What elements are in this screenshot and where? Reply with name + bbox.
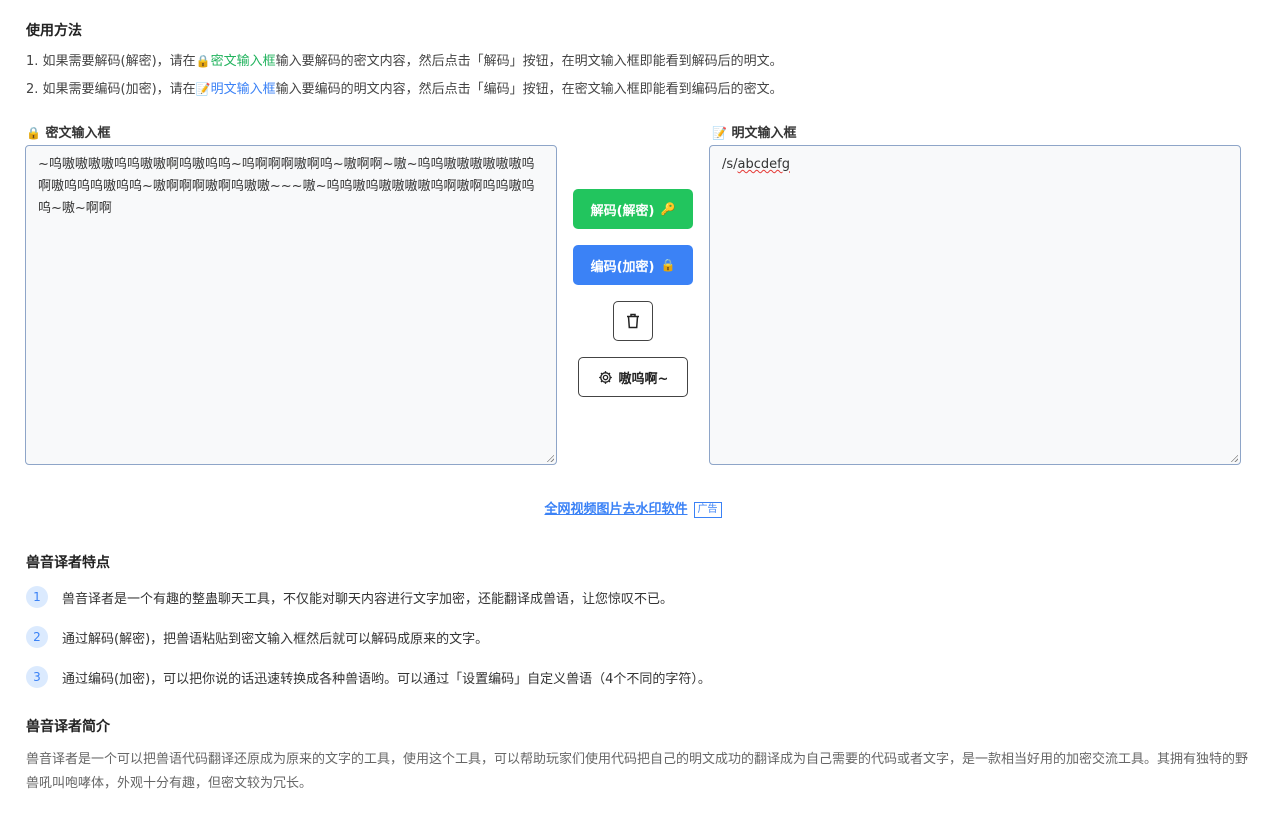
plain-label: 📝 明文输入框 — [712, 122, 797, 141]
decode-button-label: 解码(解密) — [590, 203, 655, 219]
list-item-number: 1 — [26, 586, 48, 608]
usage-line-2-pre: 2. 如果需要编码(加密)，请在 — [26, 82, 196, 97]
usage-line-2: 2. 如果需要编码(加密)，请在📝明文输入框输入要编码的明文内容，然后点击「编码… — [26, 78, 783, 97]
encode-button-label: 编码(加密) — [590, 259, 655, 275]
plain-textarea[interactable]: /s/abcdefg — [709, 145, 1241, 465]
ad-link[interactable]: 全网视频图片去水印软件 — [544, 502, 687, 517]
plain-label-text: 明文输入框 — [731, 126, 797, 141]
cipher-label-text: 密文输入框 — [45, 126, 111, 141]
clear-button[interactable] — [613, 301, 653, 341]
lock-icon: 🔒 — [660, 258, 676, 272]
settings-button-label: 嗷呜啊~ — [618, 371, 669, 387]
resize-handle[interactable] — [1230, 454, 1238, 462]
intro-text: 兽音译者是一个可以把兽语代码翻译还原成为原来的文字的工具，使用这个工具，可以帮助… — [26, 752, 1249, 791]
cipher-text: ~呜嗷嗷嗷嗷呜呜嗷嗷啊呜嗷呜呜~呜啊啊啊嗷啊呜~嗷啊啊~嗷~呜呜嗷嗷嗷嗷嗷嗷呜啊… — [38, 157, 535, 216]
lock-icon: 🔒 — [195, 54, 211, 68]
usage-line-2-post: 输入要编码的明文内容，然后点击「编码」按钮，在密文输入框即能看到编码后的密文。 — [275, 82, 783, 97]
memo-icon: 📝 — [195, 82, 211, 96]
list-item-number: 3 — [26, 666, 48, 688]
plain-text-prefix: /s/ — [722, 157, 738, 172]
usage-title: 使用方法 — [26, 23, 82, 39]
list-item-text: 兽音译者是一个有趣的整蛊聊天工具，不仅能对聊天内容进行文字加密，还能翻译成兽语，… — [62, 591, 674, 607]
settings-button[interactable]: 嗷呜啊~ — [578, 357, 688, 397]
trash-icon — [627, 313, 639, 329]
list-item: 2 通过解码(解密)，把兽语粘贴到密文输入框然后就可以解码成原来的文字。 — [26, 626, 488, 648]
gear-icon — [598, 370, 612, 384]
cipher-box-ref: 密文输入框 — [210, 54, 276, 69]
lock-icon: 🔒 — [26, 126, 41, 140]
encode-button[interactable]: 编码(加密) 🔒 — [573, 245, 693, 285]
features-title: 兽音译者特点 — [26, 555, 110, 571]
usage-line-1-post: 输入要解码的密文内容，然后点击「解码」按钮，在明文输入框即能看到解码后的明文。 — [275, 54, 783, 69]
plain-box-ref: 明文输入框 — [210, 82, 276, 97]
list-item: 3 通过编码(加密)，可以把你说的话迅速转换成各种兽语哟。可以通过「设置编码」自… — [26, 666, 711, 688]
list-item-text: 通过编码(加密)，可以把你说的话迅速转换成各种兽语哟。可以通过「设置编码」自定义… — [62, 671, 711, 687]
cipher-label: 🔒 密文输入框 — [26, 122, 111, 141]
usage-line-1: 1. 如果需要解码(解密)，请在🔒密文输入框输入要解码的密文内容，然后点击「解码… — [26, 50, 783, 69]
list-item-number: 2 — [26, 626, 48, 648]
usage-line-1-pre: 1. 如果需要解码(解密)，请在 — [26, 54, 196, 69]
plain-text-misspelled: abcdefg — [737, 157, 790, 172]
list-item-text: 通过解码(解密)，把兽语粘贴到密文输入框然后就可以解码成原来的文字。 — [62, 631, 489, 647]
key-icon: 🔑 — [660, 202, 676, 216]
ad-tag: 广告 — [693, 502, 722, 518]
decode-button[interactable]: 解码(解密) 🔑 — [573, 189, 693, 229]
resize-handle[interactable] — [546, 454, 554, 462]
cipher-textarea[interactable]: ~呜嗷嗷嗷嗷呜呜嗷嗷啊呜嗷呜呜~呜啊啊啊嗷啊呜~嗷啊啊~嗷~呜呜嗷嗷嗷嗷嗷嗷呜啊… — [25, 145, 557, 465]
list-item: 1 兽音译者是一个有趣的整蛊聊天工具，不仅能对聊天内容进行文字加密，还能翻译成兽… — [26, 586, 673, 608]
ad-banner: 全网视频图片去水印软件 广告 — [0, 498, 1266, 518]
memo-icon: 📝 — [712, 126, 727, 140]
intro-title: 兽音译者简介 — [26, 719, 110, 735]
